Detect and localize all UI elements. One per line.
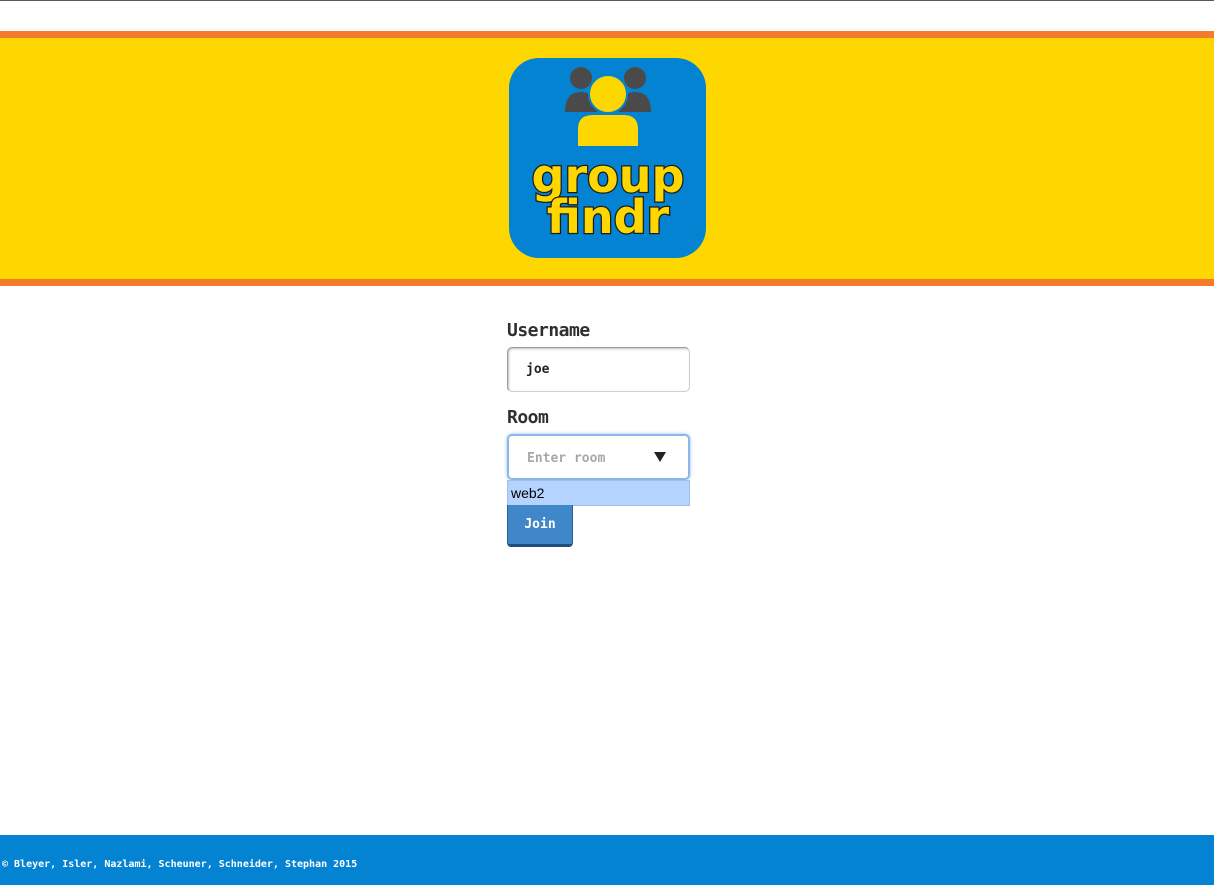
- chevron-down-icon[interactable]: [654, 452, 666, 462]
- join-form: Username Room web2 Join: [507, 318, 691, 547]
- username-label: Username: [507, 320, 590, 341]
- room-combobox[interactable]: [507, 434, 690, 480]
- logo-line-2: findr: [547, 190, 670, 244]
- copyright-text: © Bleyer, Isler, Nazlami, Scheuner, Schn…: [2, 859, 358, 870]
- username-input[interactable]: [507, 347, 690, 392]
- room-input[interactable]: [525, 436, 649, 480]
- room-label: Room: [507, 407, 549, 428]
- room-option[interactable]: web2: [508, 481, 689, 505]
- group-people-icon: group findr: [509, 58, 706, 258]
- join-button[interactable]: Join: [507, 505, 573, 547]
- app-logo: group findr: [508, 57, 707, 259]
- footer: © Bleyer, Isler, Nazlami, Scheuner, Schn…: [0, 835, 1214, 885]
- room-suggestions-list: web2: [507, 480, 690, 506]
- top-rule: [0, 0, 1214, 1]
